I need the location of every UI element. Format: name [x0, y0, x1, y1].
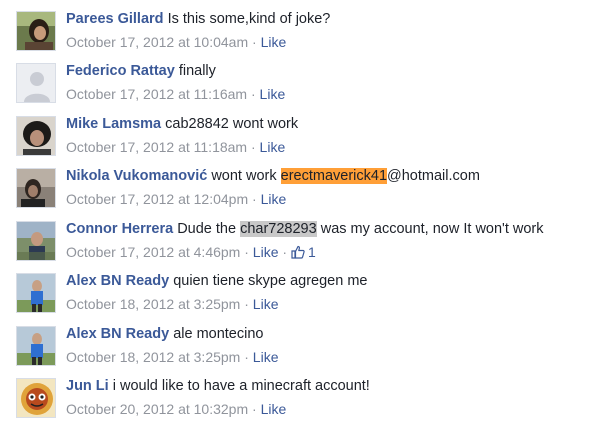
comment-item: Nikola Vukomanović wont work erectmaveri…: [0, 157, 589, 209]
like-button[interactable]: Like: [261, 34, 287, 50]
meta-separator: ·: [250, 86, 256, 102]
comment-meta: October 18, 2012 at 3:25pm · Like: [66, 295, 278, 313]
comment-text: finally: [178, 63, 216, 79]
comment-body: Nikola Vukomanović wont work erectmaveri…: [66, 167, 480, 185]
comment-timestamp[interactable]: October 20, 2012 at 10:32pm: [66, 401, 248, 417]
comment-author[interactable]: Jun Li: [66, 378, 109, 394]
meta-separator: ·: [244, 349, 249, 365]
avatar[interactable]: [16, 63, 56, 103]
comment-text: ale montecino: [173, 326, 264, 342]
meta-separator: ·: [250, 139, 256, 155]
comment-meta: October 17, 2012 at 11:18am · Like: [66, 138, 285, 156]
comment-body: Jun Li i would like to have a minecraft …: [66, 377, 370, 395]
comment-timestamp[interactable]: October 17, 2012 at 10:04am: [66, 34, 248, 50]
comment-body: Parees Gillard Is this some,kind of joke…: [66, 10, 330, 28]
comment-author[interactable]: Alex BN Ready: [66, 273, 169, 289]
meta-separator: ·: [282, 244, 288, 260]
avatar-photo-icon: [17, 222, 55, 260]
comment-item: Alex BN Ready ale montecino October 18, …: [0, 315, 589, 367]
comment-item: Mike Lamsma cab28842 wont work October 1…: [0, 105, 589, 157]
meta-separator: ·: [252, 34, 257, 50]
comment-body: Mike Lamsma cab28842 wont work: [66, 115, 298, 133]
comment-author[interactable]: Federico Rattay: [66, 63, 175, 79]
comment-meta: October 17, 2012 at 10:04am · Like: [66, 33, 286, 51]
comment-text: quien tiene skype agregen me: [173, 273, 368, 289]
comment-timestamp[interactable]: October 17, 2012 at 11:16am: [66, 86, 247, 102]
avatar[interactable]: [16, 221, 56, 261]
comment-text-before: Dude the: [177, 221, 237, 237]
comment-list: Parees Gillard Is this some,kind of joke…: [0, 0, 589, 429]
thumbs-up-icon: [291, 245, 305, 259]
avatar[interactable]: [16, 11, 56, 51]
comment-meta: October 20, 2012 at 10:32pm · Like: [66, 400, 286, 418]
comment-text-before: wont work: [211, 168, 277, 184]
meta-separator: ·: [252, 401, 257, 417]
comment-meta: October 17, 2012 at 4:46pm · Like · 1: [66, 243, 316, 261]
comment-body: Alex BN Ready quien tiene skype agregen …: [66, 272, 367, 290]
comment-text-after: was my account, now It won't work: [320, 221, 544, 237]
avatar-photo-icon: [17, 12, 55, 50]
comment-timestamp[interactable]: October 18, 2012 at 3:25pm: [66, 296, 240, 312]
default-avatar-icon: [17, 64, 55, 102]
comment-text: cab28842 wont work: [165, 116, 299, 132]
like-button[interactable]: Like: [260, 86, 286, 102]
comment-timestamp[interactable]: October 18, 2012 at 3:25pm: [66, 349, 240, 365]
comment-timestamp[interactable]: October 17, 2012 at 12:04pm: [66, 191, 248, 207]
comment-author[interactable]: Connor Herrera: [66, 221, 173, 237]
comment-author[interactable]: Nikola Vukomanović: [66, 168, 207, 184]
meta-separator: ·: [244, 296, 249, 312]
avatar-photo-icon: [17, 117, 55, 155]
like-button[interactable]: Like: [261, 191, 287, 207]
highlighted-text: char728293: [240, 221, 317, 237]
comment-text: i would like to have a minecraft account…: [112, 378, 370, 394]
like-button[interactable]: Like: [253, 349, 279, 365]
avatar-photo-icon: [17, 274, 55, 312]
avatar-photo-icon: [17, 327, 55, 365]
avatar-cartoon-icon: [17, 379, 55, 417]
comment-text-after: @hotmail.com: [387, 168, 480, 184]
comment-timestamp[interactable]: October 17, 2012 at 4:46pm: [66, 244, 240, 260]
meta-separator: ·: [252, 191, 257, 207]
meta-separator: ·: [244, 244, 249, 260]
like-button[interactable]: Like: [253, 296, 279, 312]
like-button[interactable]: Like: [253, 244, 279, 260]
avatar[interactable]: [16, 326, 56, 366]
avatar[interactable]: [16, 273, 56, 313]
comment-text: Is this some,kind of joke?: [167, 11, 331, 27]
comment-meta: October 17, 2012 at 12:04pm · Like: [66, 190, 286, 208]
comment-item: Parees Gillard Is this some,kind of joke…: [0, 0, 589, 52]
avatar[interactable]: [16, 168, 56, 208]
like-button[interactable]: Like: [260, 139, 286, 155]
comment-author[interactable]: Mike Lamsma: [66, 116, 161, 132]
comment-body: Alex BN Ready ale montecino: [66, 325, 263, 343]
comment-item: Jun Li i would like to have a minecraft …: [0, 367, 589, 419]
comment-author[interactable]: Alex BN Ready: [66, 326, 169, 342]
like-button[interactable]: Like: [261, 401, 287, 417]
like-count[interactable]: 1: [291, 244, 316, 260]
comment-item: Alex BN Ready quien tiene skype agregen …: [0, 262, 589, 314]
comment-body: Federico Rattay finally: [66, 62, 216, 80]
comment-item: Connor Herrera Dude the char728293 was m…: [0, 210, 589, 262]
highlighted-text: erectmaverick41: [280, 168, 388, 184]
comment-item: Federico Rattay finally October 17, 2012…: [0, 52, 589, 104]
avatar[interactable]: [16, 378, 56, 418]
comment-meta: October 18, 2012 at 3:25pm · Like: [66, 348, 278, 366]
comment-meta: October 17, 2012 at 11:16am · Like: [66, 85, 285, 103]
comment-body: Connor Herrera Dude the char728293 was m…: [66, 220, 544, 238]
avatar-photo-icon: [17, 169, 55, 207]
comment-author[interactable]: Parees Gillard: [66, 11, 164, 27]
comment-timestamp[interactable]: October 17, 2012 at 11:18am: [66, 139, 247, 155]
like-count-value: 1: [307, 244, 316, 260]
avatar[interactable]: [16, 116, 56, 156]
